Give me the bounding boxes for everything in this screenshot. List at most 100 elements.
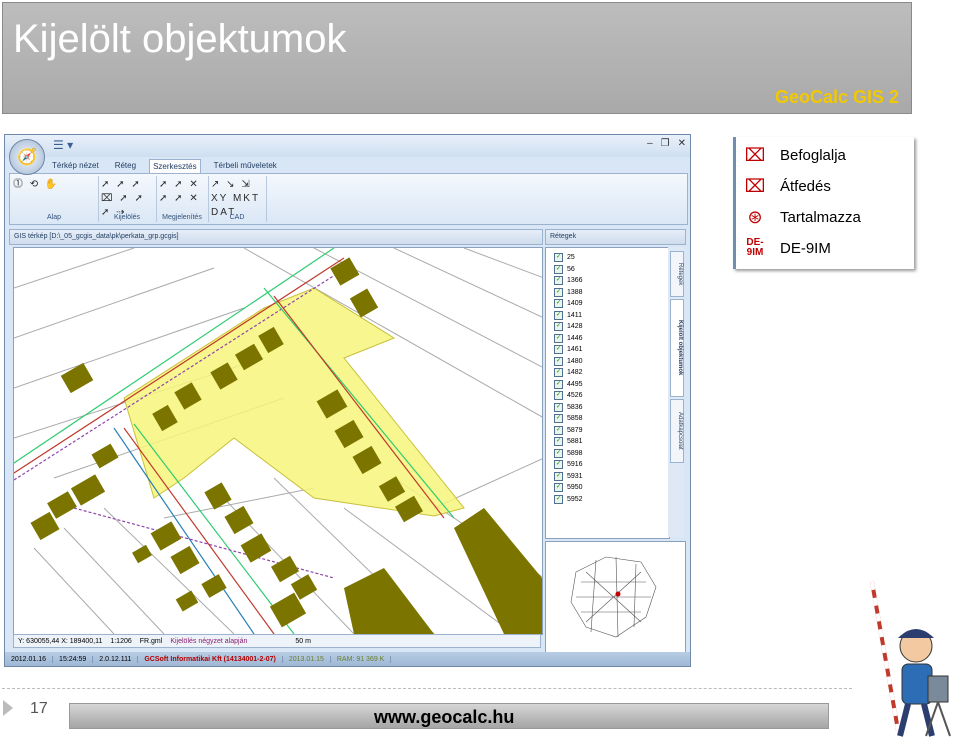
close-button[interactable]: ✕ xyxy=(678,138,686,149)
layer-row[interactable]: ✓ 1446 xyxy=(554,333,583,345)
tab-spatial-ops[interactable]: Térbeli műveletek xyxy=(211,159,280,173)
layer-row[interactable]: ✓ 4495 xyxy=(554,379,583,391)
footer-divider xyxy=(2,688,852,689)
layer-label: 5836 xyxy=(567,403,583,411)
layer-row[interactable]: ✓ 5950 xyxy=(554,482,583,494)
layer-row[interactable]: ✓ 1388 xyxy=(554,287,583,299)
layer-row[interactable]: ✓ 1480 xyxy=(554,356,583,368)
layer-row[interactable]: ✓ 56 xyxy=(554,264,583,276)
layer-row[interactable]: ✓ 1482 xyxy=(554,367,583,379)
layer-checkbox[interactable]: ✓ xyxy=(554,333,563,343)
footer-url: www.geocalc.hu xyxy=(374,707,515,727)
quick-access-toolbar[interactable]: ☰ ▾ xyxy=(53,138,73,152)
menu-item-within[interactable]: ⊛ Tartalmazza xyxy=(742,203,860,231)
layer-row[interactable]: ✓ 5879 xyxy=(554,425,583,437)
status-bar: 2012.01.16 15:24:59 2.0.12.111 GCSoft In… xyxy=(5,652,690,666)
layer-checkbox[interactable]: ✓ xyxy=(554,253,563,263)
layer-row[interactable]: ✓ 1411 xyxy=(554,310,583,322)
map-canvas[interactable] xyxy=(13,247,543,635)
overview-map[interactable] xyxy=(545,541,686,653)
de9im-icon: DE- 9IM xyxy=(742,236,768,260)
tab-data-connection[interactable]: Adatkapcsolat xyxy=(670,399,684,463)
within-select-icon: ⊛ xyxy=(747,206,763,227)
layer-row[interactable]: ✓ 1366 xyxy=(554,275,583,287)
status-ram: RAM: 91 369 K xyxy=(331,655,392,663)
layer-label: 4495 xyxy=(567,380,583,388)
minimize-button[interactable]: – xyxy=(647,138,653,149)
layer-checkbox[interactable]: ✓ xyxy=(554,345,563,355)
layer-label: 1411 xyxy=(567,311,583,319)
slide-title: Kijelölt objektumok xyxy=(13,17,347,61)
basic-tools-icon[interactable]: ⓵ ⟲ ✋ xyxy=(13,178,95,192)
layer-checkbox[interactable]: ✓ xyxy=(554,414,563,424)
tab-layer[interactable]: Réteg xyxy=(112,159,139,173)
tab-map-view[interactable]: Térkép nézet xyxy=(49,159,102,173)
layer-row[interactable]: ✓ 5836 xyxy=(554,402,583,414)
layer-checkbox[interactable]: ✓ xyxy=(554,322,563,332)
layer-checkbox[interactable]: ✓ xyxy=(554,356,563,366)
layer-row[interactable]: ✓ 5952 xyxy=(554,494,583,506)
menu-item-contains[interactable]: ⌧ Befoglalja xyxy=(742,141,846,169)
layers-panel-header: Rétegek xyxy=(545,229,686,245)
status-license-date: 2013.01.15 xyxy=(283,655,331,663)
layer-row[interactable]: ✓ 5931 xyxy=(554,471,583,483)
layer-checkbox[interactable]: ✓ xyxy=(554,310,563,320)
layer-row[interactable]: ✓ 4526 xyxy=(554,390,583,402)
layer-label: 1461 xyxy=(567,346,583,353)
layer-checkbox[interactable]: ✓ xyxy=(554,391,563,401)
layer-checkbox[interactable]: ✓ xyxy=(554,494,563,504)
layer-label: 1366 xyxy=(567,277,583,284)
layer-label: 1480 xyxy=(567,357,583,365)
ribbon-group-label: Megjelenítés xyxy=(162,214,202,221)
layer-checkbox[interactable]: ✓ xyxy=(554,276,563,286)
layer-checkbox[interactable]: ✓ xyxy=(554,379,563,389)
layer-row[interactable]: ✓ 5916 xyxy=(554,459,583,471)
layer-label: 1482 xyxy=(567,369,583,376)
layer-checkbox[interactable]: ✓ xyxy=(554,368,563,378)
map-panel-header: GIS térkép [D:\_05_gcgis_data\pk\perkata… xyxy=(9,229,543,245)
ribbon-tabs: Térkép nézet Réteg Szerkesztés Térbeli m… xyxy=(49,159,280,173)
layer-checkbox[interactable]: ✓ xyxy=(554,425,563,435)
tab-selected-objects[interactable]: Kijelölt objektumok xyxy=(670,299,684,397)
ribbon-group-label: CAD xyxy=(229,214,245,221)
status-time: 15:24:59 xyxy=(53,655,94,663)
ribbon-group-cad: ↗ ↘ ⇲ XY MKT DAT CAD xyxy=(208,176,267,222)
layer-label: 5858 xyxy=(567,415,583,422)
layer-row[interactable]: ✓ 5898 xyxy=(554,448,583,460)
layer-checkbox[interactable]: ✓ xyxy=(554,483,563,493)
layer-checkbox[interactable]: ✓ xyxy=(554,264,563,274)
menu-item-label: DE-9IM xyxy=(780,239,831,257)
layer-checkbox[interactable]: ✓ xyxy=(554,287,563,297)
tab-edit[interactable]: Szerkesztés xyxy=(149,159,201,173)
map-drawing xyxy=(14,248,542,634)
layer-checkbox[interactable]: ✓ xyxy=(554,402,563,412)
ribbon-group-selection: ➚ ➚ ➚ ⌧ ➚ ➚ ➚ ⇢ Kijelölés xyxy=(98,176,157,222)
app-menu-orb-icon[interactable]: 🧭 xyxy=(9,139,45,175)
ribbon-group-basic: ⓵ ⟲ ✋ Alap xyxy=(10,176,99,222)
layer-row[interactable]: ✓ 1409 xyxy=(554,298,583,310)
tab-layers[interactable]: Rétegek xyxy=(670,251,684,297)
layer-checkbox[interactable]: ✓ xyxy=(554,460,563,470)
title-bar: ☰ ▾ – ❐ ✕ xyxy=(5,135,690,157)
slide-arrow-icon xyxy=(3,700,13,716)
layer-row[interactable]: ✓ 5881 xyxy=(554,436,583,448)
layer-label: 5950 xyxy=(567,484,583,491)
scale-readout[interactable]: 1:1206 xyxy=(110,638,131,645)
status-date: 2012.01.16 xyxy=(5,655,54,663)
layer-row[interactable]: ✓ 1461 xyxy=(554,344,583,356)
layer-checkbox[interactable]: ✓ xyxy=(554,299,563,309)
layer-row[interactable]: ✓ 1428 xyxy=(554,321,583,333)
menu-item-de9im[interactable]: DE- 9IM DE-9IM xyxy=(742,234,831,262)
ribbon-group-label: Alap xyxy=(46,214,61,221)
layer-label: 5898 xyxy=(567,449,583,457)
scalebar-label: 50 m xyxy=(295,637,311,645)
layer-checkbox[interactable]: ✓ xyxy=(554,437,563,447)
layer-row[interactable]: ✓ 5858 xyxy=(554,413,583,425)
surveyor-cartoon-icon xyxy=(870,581,951,737)
maximize-button[interactable]: ❐ xyxy=(661,138,670,149)
layer-checkbox[interactable]: ✓ xyxy=(554,448,563,458)
display-tools-icon[interactable]: ➚ ➚ ✕ ➚ ➚ ✕ xyxy=(159,178,205,206)
menu-item-overlap[interactable]: ⌧ Átfedés xyxy=(742,172,831,200)
layer-checkbox[interactable]: ✓ xyxy=(554,471,563,481)
layer-row[interactable]: ✓ 25 xyxy=(554,252,583,264)
